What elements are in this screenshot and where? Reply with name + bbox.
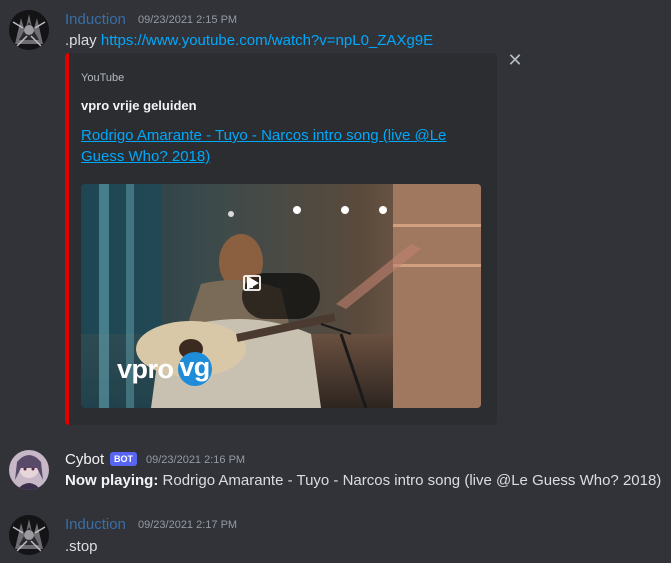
logo-circle: vg	[177, 352, 212, 386]
avatar[interactable]	[9, 10, 49, 50]
message-content: Now playing: Rodrigo Amarante - Tuyo - N…	[65, 472, 661, 489]
username[interactable]: Cybot	[65, 451, 104, 468]
logo-text: vpro	[117, 354, 174, 385]
embed-provider[interactable]: YouTube	[81, 72, 124, 84]
embed-author[interactable]: vpro vrije geluiden	[81, 98, 197, 113]
open-external-icon[interactable]	[242, 273, 262, 293]
timestamp: 09/23/2021 2:17 PM	[138, 519, 238, 531]
timestamp: 09/23/2021 2:16 PM	[146, 454, 246, 466]
bot-badge: BOT	[110, 452, 137, 466]
message-content: .stop	[65, 538, 98, 555]
now-playing-track: Rodrigo Amarante - Tuyo - Narcos intro s…	[162, 472, 662, 489]
embed-title-link[interactable]: Rodrigo Amarante - Tuyo - Narcos intro s…	[81, 125, 481, 167]
video-thumbnail[interactable]: vpro vg	[81, 184, 481, 408]
video-controls	[242, 273, 320, 319]
close-icon[interactable]: ✕	[506, 51, 524, 69]
now-playing-label: Now playing:	[65, 472, 159, 489]
command-text: .play	[65, 32, 97, 49]
username[interactable]: Induction	[65, 516, 126, 533]
username[interactable]: Induction	[65, 11, 126, 28]
youtube-link[interactable]: https://www.youtube.com/watch?v=npL0_ZAX…	[101, 32, 433, 49]
avatar[interactable]	[9, 450, 49, 490]
channel-logo: vpro vg	[117, 352, 212, 388]
avatar[interactable]	[9, 515, 49, 555]
youtube-embed: YouTube vpro vrije geluiden Rodrigo Amar…	[65, 51, 523, 425]
message-content: .play https://www.youtube.com/watch?v=np…	[65, 32, 433, 49]
timestamp: 09/23/2021 2:15 PM	[138, 14, 238, 26]
